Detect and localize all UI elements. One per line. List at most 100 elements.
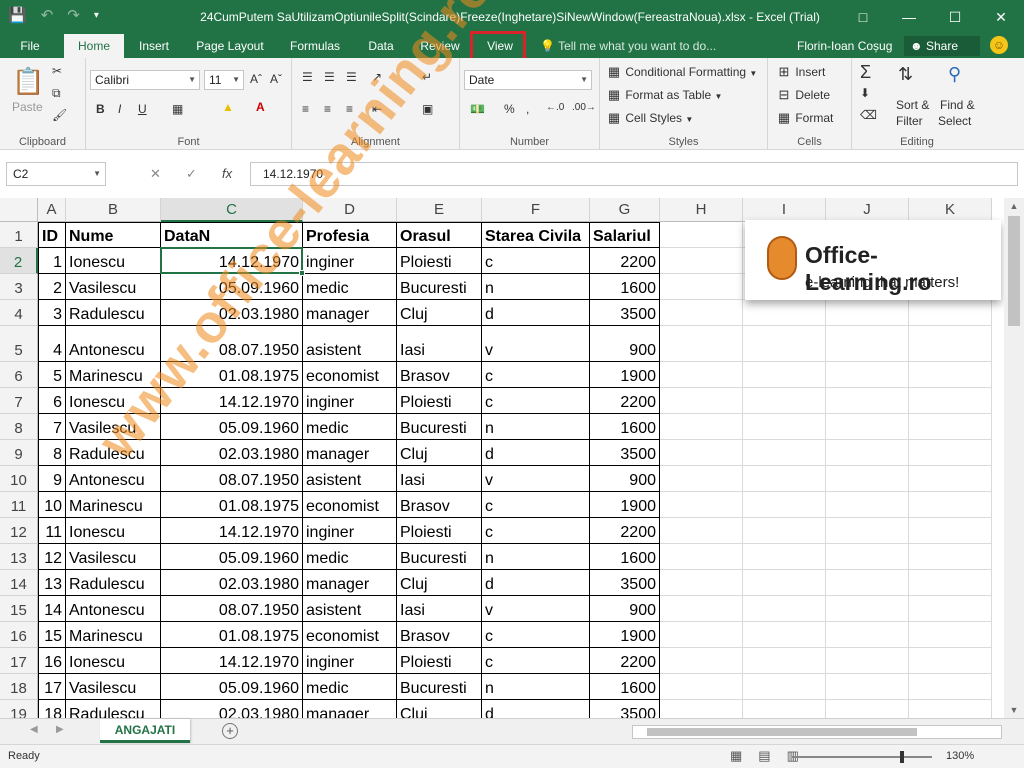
table-cell[interactable]: Ploiesti <box>397 648 482 674</box>
table-cell[interactable]: 900 <box>590 326 660 362</box>
underline-icon[interactable]: U <box>138 102 147 116</box>
top-align-icon[interactable]: ☰ <box>302 70 313 84</box>
table-header-cell[interactable]: DataN <box>161 222 303 248</box>
cell-empty[interactable] <box>909 674 992 700</box>
cell-empty[interactable] <box>743 674 826 700</box>
table-cell[interactable]: n <box>482 274 590 300</box>
table-cell[interactable]: 08.07.1950 <box>161 596 303 622</box>
row-header-7[interactable]: 7 <box>0 388 38 414</box>
row-header-3[interactable]: 3 <box>0 274 38 300</box>
currency-icon[interactable]: 💵 <box>470 102 485 116</box>
copy-icon[interactable]: ⧉ <box>52 86 61 101</box>
cell-empty[interactable] <box>743 466 826 492</box>
cell-empty[interactable] <box>909 700 992 718</box>
table-cell[interactable]: 12 <box>38 544 66 570</box>
smiley-feedback-icon[interactable]: ☺ <box>990 36 1008 54</box>
table-cell[interactable]: Brasov <box>397 622 482 648</box>
cell-empty[interactable] <box>660 362 743 388</box>
cell-empty[interactable] <box>826 388 909 414</box>
table-cell[interactable]: 7 <box>38 414 66 440</box>
cell-empty[interactable] <box>743 300 826 326</box>
cell-empty[interactable] <box>660 674 743 700</box>
table-cell[interactable]: inginer <box>303 388 397 414</box>
cell-empty[interactable] <box>743 700 826 718</box>
decrease-font-icon[interactable]: Aˇ <box>270 72 282 86</box>
cell-empty[interactable] <box>909 648 992 674</box>
cell-empty[interactable] <box>660 248 743 274</box>
find-select-label1[interactable]: Find & <box>940 98 975 112</box>
find-search-icon[interactable]: ⚲ <box>948 64 961 85</box>
bold-icon[interactable]: B <box>96 102 105 116</box>
format-cells-button[interactable]: ▦ Format <box>776 110 834 126</box>
table-cell[interactable]: Ionescu <box>66 518 161 544</box>
table-cell[interactable]: c <box>482 648 590 674</box>
percent-icon[interactable]: % <box>504 102 515 116</box>
cell-empty[interactable] <box>743 518 826 544</box>
conditional-formatting-button[interactable]: ▦ Conditional Formatting ▼ <box>606 64 758 80</box>
cell-empty[interactable] <box>743 440 826 466</box>
table-header-cell[interactable]: Orasul <box>397 222 482 248</box>
cell-empty[interactable] <box>660 544 743 570</box>
table-cell[interactable]: Bucuresti <box>397 544 482 570</box>
increase-decimal-icon[interactable]: ←.0 <box>546 102 564 113</box>
row-header-19[interactable]: 19 <box>0 700 38 718</box>
table-cell[interactable]: 11 <box>38 518 66 544</box>
format-painter-icon[interactable]: 🖌 <box>52 108 67 122</box>
table-cell[interactable]: d <box>482 570 590 596</box>
row-header-13[interactable]: 13 <box>0 544 38 570</box>
table-cell[interactable]: 5 <box>38 362 66 388</box>
cell-empty[interactable] <box>826 300 909 326</box>
fill-icon[interactable]: ⬇ <box>860 86 870 100</box>
row-header-2[interactable]: 2 <box>0 248 38 274</box>
enter-check-icon[interactable]: ✓ <box>186 162 197 186</box>
cell-empty[interactable] <box>909 362 992 388</box>
table-cell[interactable]: 2 <box>38 274 66 300</box>
cell-empty[interactable] <box>660 440 743 466</box>
table-cell[interactable]: Radulescu <box>66 300 161 326</box>
row-header-15[interactable]: 15 <box>0 596 38 622</box>
cell-styles-button[interactable]: ▦ Cell Styles ▼ <box>606 110 693 126</box>
normal-view-icon[interactable]: ▦ <box>730 748 742 764</box>
table-cell[interactable]: Iasi <box>397 596 482 622</box>
table-cell[interactable]: 1900 <box>590 622 660 648</box>
row-header-14[interactable]: 14 <box>0 570 38 596</box>
table-cell[interactable]: 1900 <box>590 492 660 518</box>
table-cell[interactable]: 2200 <box>590 248 660 274</box>
cell-empty[interactable] <box>660 326 743 362</box>
cell-empty[interactable] <box>743 492 826 518</box>
table-cell[interactable]: n <box>482 674 590 700</box>
table-cell[interactable]: 14.12.1970 <box>161 388 303 414</box>
row-header-16[interactable]: 16 <box>0 622 38 648</box>
font-color-icon[interactable]: A <box>256 100 265 114</box>
table-cell[interactable]: asistent <box>303 326 397 362</box>
table-cell[interactable]: 05.09.1960 <box>161 544 303 570</box>
table-cell[interactable]: Bucuresti <box>397 274 482 300</box>
italic-icon[interactable]: I <box>118 102 121 116</box>
table-cell[interactable]: Radulescu <box>66 700 161 718</box>
undo-icon[interactable]: ↶ <box>41 6 54 24</box>
table-cell[interactable]: manager <box>303 440 397 466</box>
cell-empty[interactable] <box>660 622 743 648</box>
wrap-text-icon[interactable]: ↵ <box>422 70 432 84</box>
cancel-icon[interactable]: ✕ <box>150 162 161 186</box>
table-cell[interactable]: c <box>482 518 590 544</box>
column-header-e[interactable]: E <box>397 198 482 222</box>
table-cell[interactable]: 900 <box>590 596 660 622</box>
table-cell[interactable]: 2200 <box>590 518 660 544</box>
column-header-f[interactable]: F <box>482 198 590 222</box>
paste-icon[interactable]: 📋 <box>12 66 44 97</box>
page-layout-view-icon[interactable]: ▤ <box>758 748 770 764</box>
cell-empty[interactable] <box>909 518 992 544</box>
table-cell[interactable]: v <box>482 326 590 362</box>
table-cell[interactable]: d <box>482 700 590 718</box>
table-cell[interactable]: c <box>482 622 590 648</box>
table-cell[interactable]: economist <box>303 492 397 518</box>
find-select-label2[interactable]: Select <box>938 114 971 128</box>
table-cell[interactable]: Marinescu <box>66 622 161 648</box>
cell-empty[interactable] <box>743 622 826 648</box>
tab-data[interactable]: Data <box>360 34 402 58</box>
table-cell[interactable]: Iasi <box>397 326 482 362</box>
tab-formulas[interactable]: Formulas <box>284 34 346 58</box>
table-cell[interactable]: Ionescu <box>66 388 161 414</box>
cell-empty[interactable] <box>826 326 909 362</box>
